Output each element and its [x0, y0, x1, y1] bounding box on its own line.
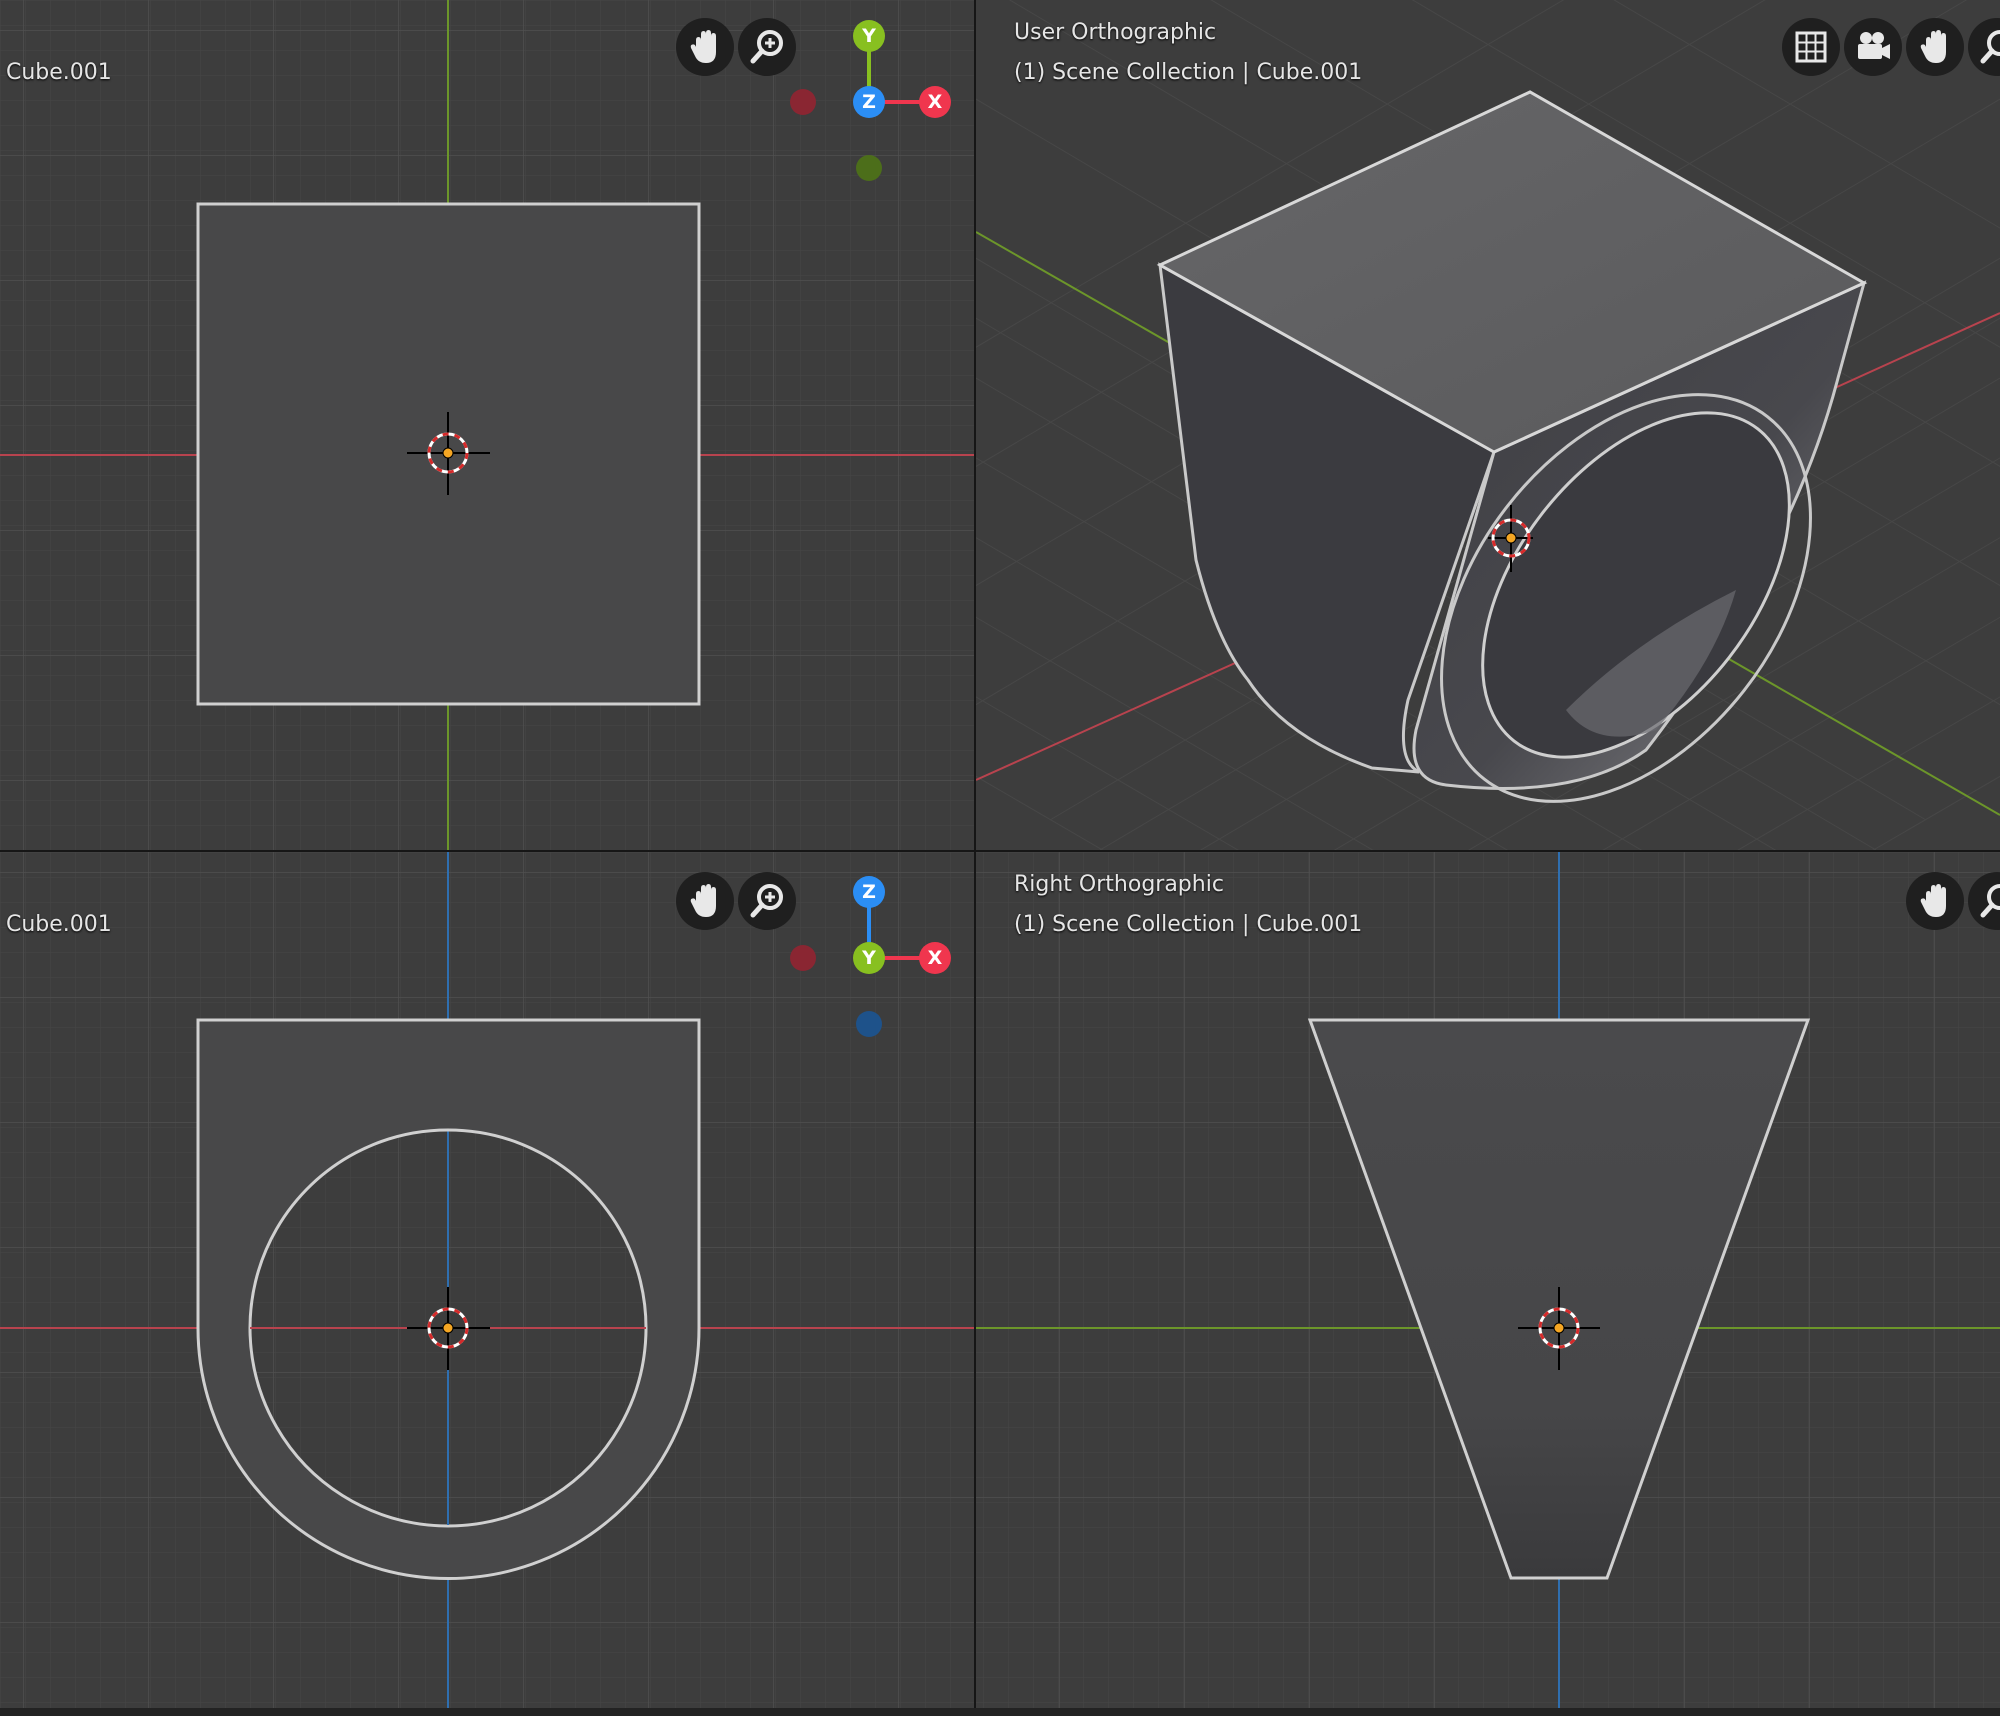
horizontal-divider[interactable]	[0, 850, 2000, 852]
collection-label: (1) Scene Collection | Cube.001	[1014, 912, 1363, 937]
blender-quad-view: Cube.001 Y Z X User Orthographic (1) Sce…	[0, 0, 2000, 1716]
pan-view-button[interactable]	[1906, 18, 1964, 76]
gizmo-negative-y-dot[interactable]	[856, 155, 882, 181]
gizmo-z-axis[interactable]: Z	[853, 86, 885, 118]
viewport-bottom-right[interactable]: Right Orthographic (1) Scene Collection …	[976, 852, 2000, 1708]
hand-pan-icon	[1920, 30, 1946, 63]
pan-view-button[interactable]	[1906, 872, 1964, 930]
gizmo-negative-z-dot[interactable]	[856, 1011, 882, 1037]
viewport-top-right[interactable]: User Orthographic (1) Scene Collection |…	[976, 0, 2000, 850]
zoom-view-button[interactable]	[1968, 18, 2000, 76]
view-name: User Orthographic	[1014, 20, 1217, 45]
gizmo-negative-x-dot[interactable]	[790, 89, 816, 115]
object-label: Cube.001	[6, 60, 112, 85]
zoom-icon	[1980, 884, 2000, 918]
gizmo-y-axis[interactable]: Y	[853, 942, 885, 974]
camera-icon	[1858, 32, 1890, 59]
pan-view-button[interactable]	[676, 18, 734, 76]
navigation-gizmo[interactable]: Y Z X	[780, 16, 960, 186]
navigation-gizmo[interactable]: Z Y X	[780, 872, 960, 1042]
viewport-top-left[interactable]: Cube.001 Y Z X	[0, 0, 974, 850]
pan-view-button[interactable]	[676, 872, 734, 930]
gizmo-z-axis[interactable]: Z	[853, 876, 885, 908]
vertical-divider[interactable]	[974, 0, 976, 1708]
gizmo-y-axis[interactable]: Y	[853, 20, 885, 52]
hand-pan-icon	[690, 884, 716, 917]
zoom-icon	[1980, 30, 2000, 64]
gizmo-x-axis[interactable]: X	[919, 942, 951, 974]
camera-view-button[interactable]	[1844, 18, 1902, 76]
gizmo-x-axis[interactable]: X	[919, 86, 951, 118]
viewport-canvas[interactable]	[976, 852, 2000, 1708]
collection-label: (1) Scene Collection | Cube.001	[1014, 60, 1363, 85]
y-axis-line	[976, 231, 1183, 351]
viewport-bottom-left[interactable]: Cube.001 Z Y X	[0, 852, 974, 1708]
object-label: Cube.001	[6, 912, 112, 937]
zoom-view-button[interactable]	[1968, 872, 2000, 930]
toggle-quad-view-button[interactable]	[1782, 18, 1840, 76]
view-name: Right Orthographic	[1014, 872, 1224, 897]
gizmo-negative-x-dot[interactable]	[790, 945, 816, 971]
viewport-canvas[interactable]	[976, 0, 2000, 850]
bottom-edge	[0, 1708, 2000, 1716]
grid-icon	[1795, 31, 1827, 63]
hand-pan-icon	[1920, 884, 1946, 917]
hand-pan-icon	[690, 30, 716, 63]
